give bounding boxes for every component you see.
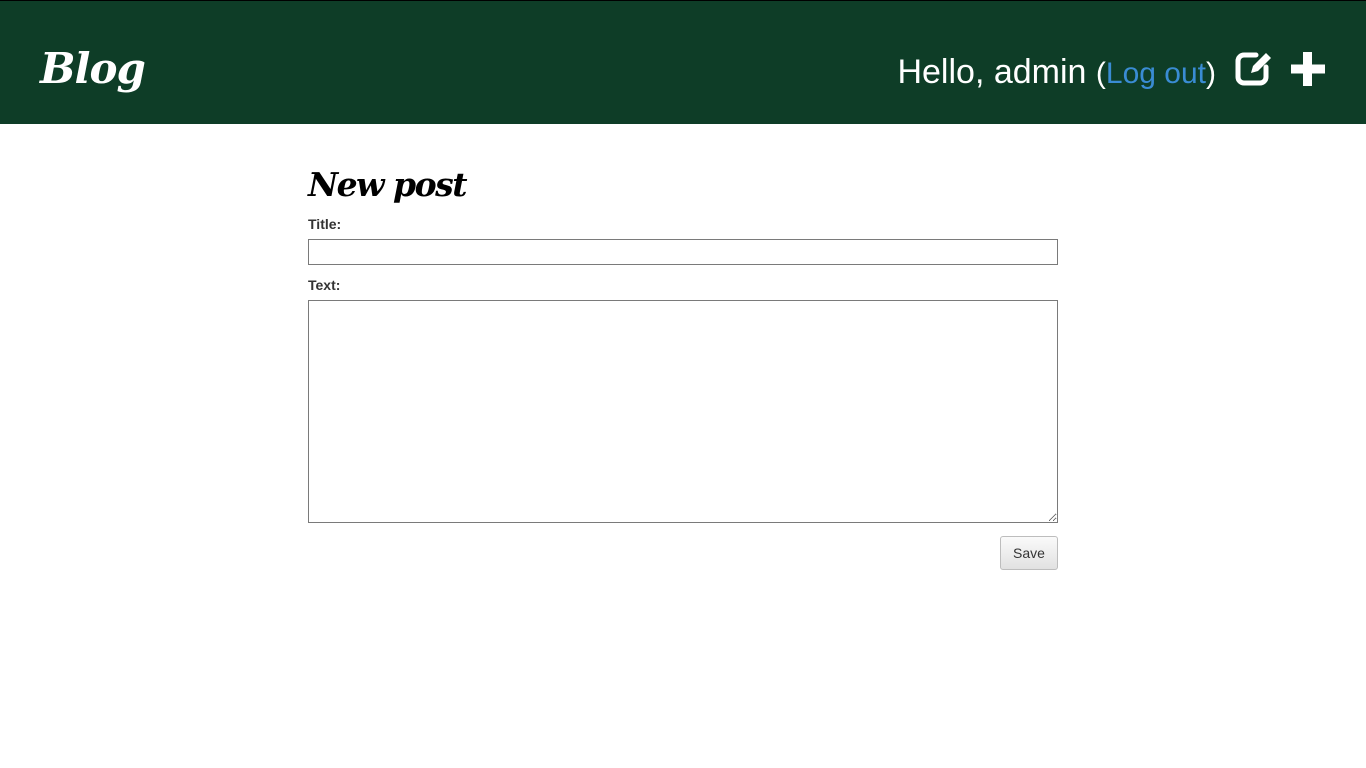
logout-link[interactable]: Log out <box>1106 57 1206 90</box>
greeting-text: Hello, admin <box>897 53 1087 91</box>
open-paren: ( <box>1095 57 1106 90</box>
title-label: Title: <box>308 216 342 232</box>
close-paren: ) <box>1206 57 1216 90</box>
save-button[interactable]: Save <box>1000 536 1058 570</box>
plus-icon <box>1291 52 1325 86</box>
new-post-button[interactable] <box>1288 49 1328 89</box>
site-header: Blog Hello, admin (Log out) <box>0 0 1366 124</box>
page-title: New post <box>308 165 467 204</box>
form-actions: Save <box>308 536 1058 570</box>
site-logo[interactable]: Blog <box>40 39 146 99</box>
edit-post-button[interactable] <box>1234 49 1274 89</box>
text-textarea[interactable] <box>308 300 1058 523</box>
title-input[interactable] <box>308 239 1058 265</box>
text-label: Text: <box>308 277 341 293</box>
post-form: New post Title: Text: Save <box>308 160 1058 570</box>
edit-icon <box>1235 52 1271 86</box>
user-greeting-area: Hello, admin (Log out) <box>897 52 1216 94</box>
